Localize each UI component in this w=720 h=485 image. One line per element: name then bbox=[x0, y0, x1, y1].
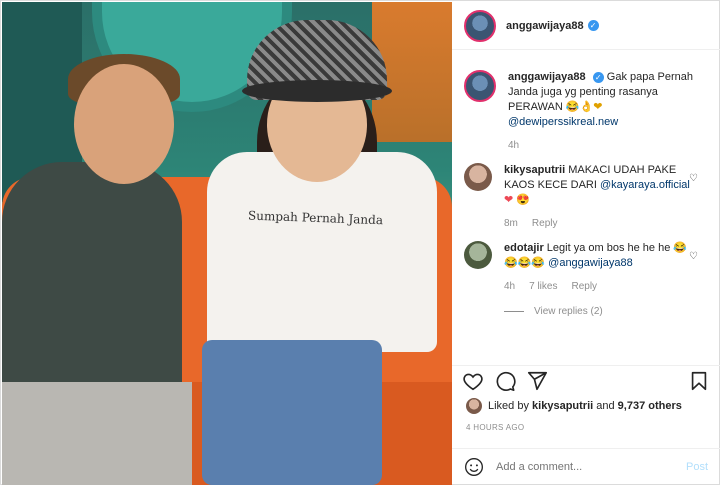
author-avatar[interactable] bbox=[464, 9, 496, 42]
post-button[interactable]: Post bbox=[686, 461, 708, 473]
smile-icon[interactable] bbox=[464, 457, 484, 477]
post-side-panel: anggawijaya88 ✓ anggawijaya88 ✓ Gak papa… bbox=[452, 2, 720, 485]
comment-item: kikysaputrii MAKACI UDAH PAKE KAOS KECE … bbox=[452, 153, 720, 231]
caption: anggawijaya88 ✓ Gak papa Pernah Janda ju… bbox=[452, 60, 720, 153]
view-replies-button[interactable]: View replies (2) bbox=[504, 306, 720, 317]
post-photo[interactable]: Sumpah Pernah Janda bbox=[2, 2, 452, 485]
comment-like-heart-icon[interactable]: ♡ bbox=[689, 251, 698, 262]
caption-meta: 4h bbox=[508, 138, 698, 153]
commenter-avatar[interactable] bbox=[464, 241, 492, 269]
post-timestamp[interactable]: 4 HOURS AGO bbox=[466, 423, 524, 432]
replies-divider bbox=[504, 311, 524, 312]
comment-mention[interactable]: @kayaraya.official bbox=[600, 179, 690, 191]
bookmark-icon[interactable] bbox=[688, 370, 710, 392]
man-jeans bbox=[2, 382, 192, 485]
comment-likes[interactable]: 7 likes bbox=[529, 279, 557, 294]
caption-time[interactable]: 4h bbox=[508, 138, 519, 153]
comment-meta: 4h 7 likes Reply bbox=[504, 279, 694, 294]
add-comment-bar: Post bbox=[452, 448, 720, 485]
comment-emoji: ❤ 😍 bbox=[504, 194, 530, 206]
comments-list[interactable]: anggawijaya88 ✓ Gak papa Pernah Janda ju… bbox=[452, 60, 720, 360]
author-username[interactable]: anggawijaya88 bbox=[506, 20, 584, 32]
liked-by-user[interactable]: kikysaputrii bbox=[532, 400, 593, 412]
comment-item: edotajir Legit ya om bos he he he 😂😂😂😂 @… bbox=[452, 231, 720, 294]
commenter-avatar[interactable] bbox=[464, 163, 492, 191]
caption-mention[interactable]: @dewiperssikreal.new bbox=[508, 116, 618, 128]
caption-avatar[interactable] bbox=[464, 70, 496, 102]
hat-brim bbox=[242, 80, 392, 102]
comment-body: kikysaputrii MAKACI UDAH PAKE KAOS KECE … bbox=[504, 163, 694, 231]
liker-avatar[interactable] bbox=[466, 398, 482, 414]
caption-body: anggawijaya88 ✓ Gak papa Pernah Janda ju… bbox=[508, 70, 698, 153]
reply-button[interactable]: Reply bbox=[532, 216, 558, 231]
liked-by-others[interactable]: 9,737 others bbox=[618, 400, 682, 412]
comment-like-heart-icon[interactable]: ♡ bbox=[689, 173, 698, 184]
share-icon[interactable] bbox=[526, 370, 548, 392]
comment-time[interactable]: 4h bbox=[504, 279, 515, 294]
comment-username[interactable]: edotajir bbox=[504, 242, 544, 254]
caption-username[interactable]: anggawijaya88 bbox=[508, 71, 586, 83]
post-header: anggawijaya88 ✓ bbox=[452, 2, 720, 50]
man-face bbox=[74, 64, 174, 184]
verified-icon: ✓ bbox=[587, 20, 599, 31]
liked-by-and: and bbox=[596, 400, 615, 412]
comment-icon[interactable] bbox=[494, 370, 516, 392]
comment-username[interactable]: kikysaputrii bbox=[504, 164, 565, 176]
reply-button[interactable]: Reply bbox=[571, 279, 597, 294]
instagram-post: Sumpah Pernah Janda anggawijaya88 ✓ angg… bbox=[0, 0, 720, 485]
caption-emoji: 😂👌❤ bbox=[565, 101, 603, 113]
comment-body: edotajir Legit ya om bos he he he 😂😂😂😂 @… bbox=[504, 241, 694, 294]
comment-text: Legit ya om bos he he he bbox=[546, 242, 671, 254]
comment-time[interactable]: 8m bbox=[504, 216, 518, 231]
likes-summary: Liked by kikysaputrii and 9,737 others bbox=[466, 398, 682, 414]
woman-jeans bbox=[202, 340, 382, 485]
liked-by-prefix: Liked by bbox=[488, 400, 529, 412]
comment-meta: 8m Reply bbox=[504, 216, 694, 231]
heart-icon[interactable] bbox=[462, 370, 484, 392]
woman-shirt bbox=[207, 152, 437, 352]
add-comment-input[interactable] bbox=[496, 461, 666, 473]
view-replies-label: View replies (2) bbox=[534, 306, 603, 317]
comment-mention[interactable]: @anggawijaya88 bbox=[548, 257, 633, 269]
action-bar bbox=[452, 365, 720, 395]
verified-icon: ✓ bbox=[592, 71, 604, 83]
